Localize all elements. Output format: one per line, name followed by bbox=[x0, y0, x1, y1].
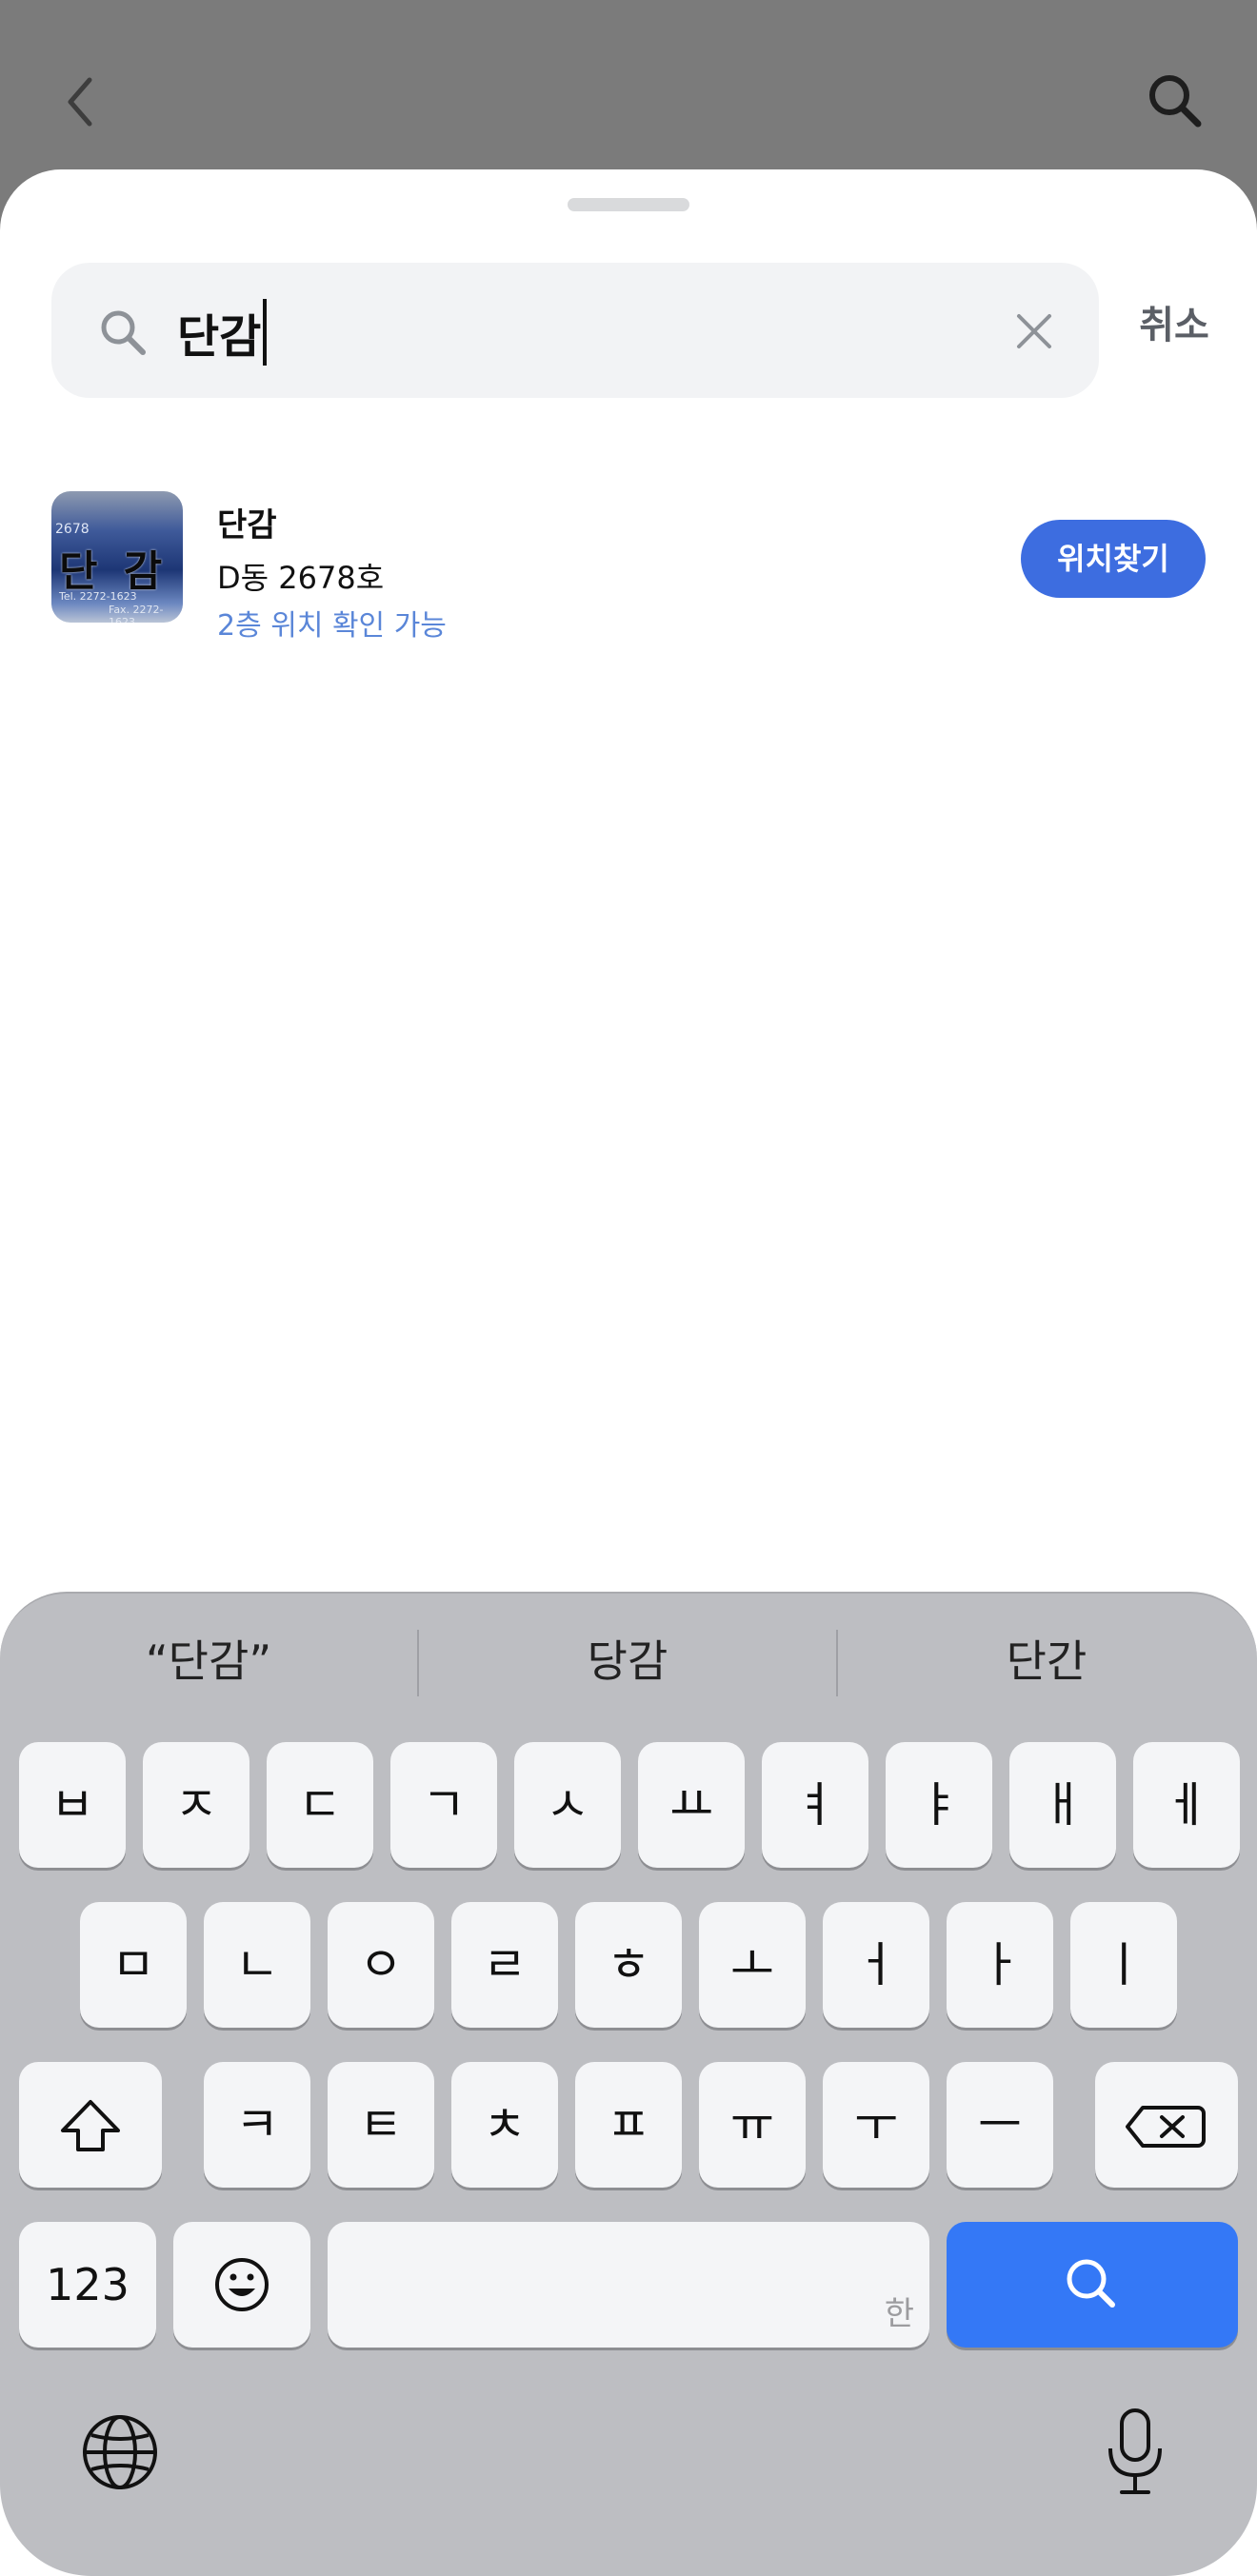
key-row1-5[interactable]: ㅅ bbox=[514, 1742, 621, 1868]
space-language-hint: 한 bbox=[884, 2295, 914, 2333]
key-row1-7[interactable]: ㅕ bbox=[762, 1742, 868, 1868]
search-key[interactable] bbox=[947, 2222, 1238, 2348]
clear-icon[interactable] bbox=[1009, 307, 1059, 356]
search-query-text: 단감 bbox=[177, 310, 262, 364]
search-icon bbox=[1067, 2259, 1115, 2308]
search-icon bbox=[1149, 75, 1202, 128]
key-row2-1[interactable]: ㅁ bbox=[80, 1902, 187, 2028]
shift-icon bbox=[61, 2100, 120, 2151]
key-row2-7[interactable]: ㅓ bbox=[823, 1902, 929, 2028]
key-row2-2[interactable]: ㄴ bbox=[204, 1902, 310, 2028]
find-location-button[interactable]: 위치찾기 bbox=[1021, 520, 1206, 598]
shift-key[interactable] bbox=[19, 2062, 162, 2188]
key-row2-4[interactable]: ㄹ bbox=[451, 1902, 558, 2028]
numbers-key[interactable]: 123 bbox=[19, 2222, 156, 2348]
key-row1-2[interactable]: ㅈ bbox=[143, 1742, 249, 1868]
key-row2-9[interactable]: ㅣ bbox=[1070, 1902, 1177, 2028]
thumbnail-sign-text: 단 감 bbox=[59, 547, 169, 596]
key-row2-6[interactable]: ㅗ bbox=[699, 1902, 806, 2028]
key-row1-6[interactable]: ㅛ bbox=[638, 1742, 745, 1868]
key-row1-3[interactable]: ㄷ bbox=[267, 1742, 373, 1868]
thumbnail-small-text: 2678 bbox=[55, 522, 90, 537]
globe-icon[interactable] bbox=[80, 2412, 160, 2492]
suggestion-1[interactable]: “단감” bbox=[0, 1628, 417, 1694]
emoji-key[interactable] bbox=[173, 2222, 310, 2348]
space-key[interactable]: 한 bbox=[328, 2222, 929, 2348]
backspace-key[interactable] bbox=[1095, 2062, 1238, 2188]
key-row3-1[interactable]: ㅋ bbox=[204, 2062, 310, 2188]
key-row3-3[interactable]: ㅊ bbox=[451, 2062, 558, 2188]
key-row3-6[interactable]: ㅜ bbox=[823, 2062, 929, 2188]
thumbnail-tel-text: Tel. 2272-1623 bbox=[59, 590, 137, 603]
key-row1-8[interactable]: ㅑ bbox=[886, 1742, 992, 1868]
keyboard: “단감” 당감 단간 ㅂㅈㄷㄱㅅㅛㅕㅑㅐㅔ ㅁㄴㅇㄹㅎㅗㅓㅏㅣ ㅋㅌㅊㅍㅠㅜㅡ … bbox=[0, 1592, 1257, 2576]
key-row2-5[interactable]: ㅎ bbox=[575, 1902, 682, 2028]
search-icon bbox=[101, 310, 146, 355]
key-row2-8[interactable]: ㅏ bbox=[947, 1902, 1053, 2028]
emoji-icon bbox=[215, 2258, 269, 2311]
search-input[interactable]: 단감 bbox=[51, 263, 1099, 398]
key-row1-1[interactable]: ㅂ bbox=[19, 1742, 126, 1868]
store-floor-note: 2층 위치 확인 가능 bbox=[217, 609, 447, 643]
thumbnail-fax-text: Fax. 2272-1623 bbox=[109, 604, 164, 623]
microphone-icon[interactable] bbox=[1105, 2407, 1166, 2498]
key-row1-10[interactable]: ㅔ bbox=[1133, 1742, 1240, 1868]
back-button[interactable] bbox=[57, 69, 105, 135]
key-row3-4[interactable]: ㅍ bbox=[575, 2062, 682, 2188]
store-thumbnail: 2678 단 감 Tel. 2272-1623 Fax. 2272-1623 bbox=[51, 491, 183, 623]
key-row2-3[interactable]: ㅇ bbox=[328, 1902, 434, 2028]
suggestion-2[interactable]: 당감 bbox=[419, 1628, 836, 1694]
key-row3-2[interactable]: ㅌ bbox=[328, 2062, 434, 2188]
key-row1-4[interactable]: ㄱ bbox=[390, 1742, 497, 1868]
sheet-grabber[interactable] bbox=[568, 198, 689, 211]
backspace-icon bbox=[1126, 2106, 1206, 2148]
text-caret bbox=[263, 299, 268, 366]
store-unit: D동 2678호 bbox=[217, 560, 385, 596]
key-row3-5[interactable]: ㅠ bbox=[699, 2062, 806, 2188]
suggestion-3[interactable]: 단간 bbox=[838, 1628, 1255, 1694]
chevron-left-icon bbox=[68, 77, 92, 127]
top-search-button[interactable] bbox=[1141, 67, 1207, 133]
store-name: 단감 bbox=[217, 506, 277, 545]
key-row3-7[interactable]: ㅡ bbox=[947, 2062, 1053, 2188]
key-row1-9[interactable]: ㅐ bbox=[1009, 1742, 1116, 1868]
cancel-button[interactable]: 취소 bbox=[1131, 297, 1217, 354]
search-query[interactable]: 단감 bbox=[177, 299, 268, 366]
